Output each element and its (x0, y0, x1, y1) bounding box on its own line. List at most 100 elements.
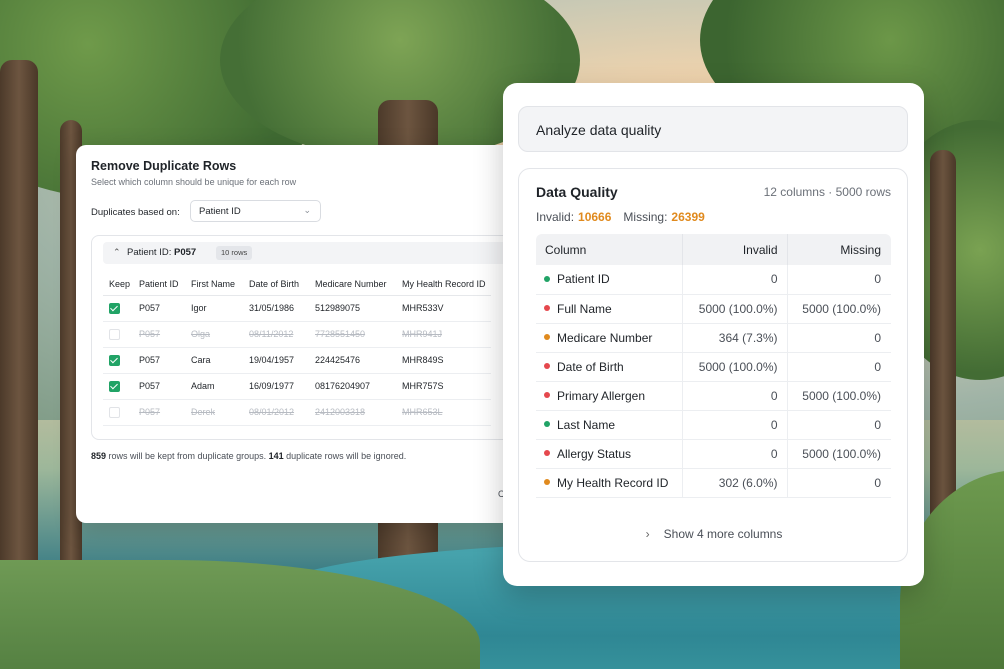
keep-checkbox[interactable] (109, 380, 120, 392)
table-cell: 16/09/1977 (243, 373, 309, 400)
status-dot-icon (544, 392, 550, 399)
remove-duplicates-panel: Remove Duplicate Rows Select which colum… (76, 145, 516, 523)
column-header: Date of Birth (243, 273, 309, 296)
table-cell: 19/04/1957 (243, 347, 309, 374)
status-dot-icon (544, 421, 550, 428)
column-name: Full Name (557, 301, 612, 316)
duplicates-summary: 859 rows will be kept from duplicate gro… (91, 451, 406, 461)
quality-row: Date of Birth 5000 (100.0%) 0 (536, 352, 891, 382)
group-count-badge: 10 rows (216, 246, 253, 260)
column-header: Medicare Number (309, 273, 396, 296)
keep-checkbox[interactable] (109, 328, 120, 340)
keep-cell (103, 373, 133, 400)
invalid-cell: 0 (682, 439, 788, 469)
ignored-count: 141 (268, 451, 284, 461)
table-cell: 08176204907 (309, 373, 396, 400)
table-row: P057 Olga 08/11/2012 7728551450 MHR941J (103, 321, 491, 348)
missing-cell: 5000 (100.0%) (787, 381, 891, 411)
table-row: P057 Derek 08/01/2012 2412003318 MHR653L (103, 399, 491, 426)
panel-title: Remove Duplicate Rows (91, 159, 237, 173)
column-name-cell: My Health Record ID (536, 468, 683, 498)
kept-count: 859 (91, 451, 107, 461)
table-cell: 512989075 (309, 295, 396, 322)
table-cell: P057 (133, 373, 185, 400)
column-name-cell: Date of Birth (536, 352, 683, 382)
invalid-total: 10666 (578, 210, 612, 224)
keep-checkbox[interactable] (109, 354, 120, 366)
column-name: Medicare Number (557, 330, 653, 345)
table-cell: P057 (133, 347, 185, 374)
table-cell: MHR533V (396, 295, 491, 322)
column-header: My Health Record ID (396, 273, 491, 296)
status-dot-icon (544, 479, 550, 486)
column-name-cell: Patient ID (536, 265, 683, 295)
invalid-cell: 5000 (100.0%) (682, 294, 788, 324)
quality-row: Patient ID 0 0 (536, 265, 891, 295)
column-name-cell: Primary Allergen (536, 381, 683, 411)
missing-cell: 0 (787, 265, 891, 295)
missing-label: Missing: (623, 210, 668, 224)
table-row: P057 Cara 19/04/1957 224425476 MHR849S (103, 347, 491, 374)
chevron-right-icon: › (645, 527, 650, 541)
chevron-down-icon: ⌄ (303, 205, 311, 215)
status-dot-icon (544, 450, 550, 457)
keep-cell (103, 295, 133, 322)
missing-cell: 5000 (100.0%) (787, 439, 891, 469)
missing-cell: 0 (787, 468, 891, 498)
group-label-prefix: Patient ID: (127, 247, 174, 258)
quality-summary: Invalid: 10666 Missing: 26399 (536, 210, 705, 224)
table-cell: Adam (185, 373, 243, 400)
data-quality-card: Data Quality 12 columns · 5000 rows Inva… (518, 168, 908, 562)
invalid-cell: 0 (682, 381, 788, 411)
table-cell: P057 (133, 295, 185, 322)
table-cell: MHR941J (396, 321, 491, 348)
column-name: Last Name (557, 417, 616, 432)
invalid-cell: 0 (682, 265, 788, 295)
column-header: Patient ID (133, 273, 185, 296)
column-header: Column (536, 234, 683, 265)
invalid-cell: 302 (6.0%) (682, 468, 788, 498)
show-more-label: Show 4 more columns (663, 527, 783, 541)
table-cell: P057 (133, 321, 185, 348)
table-cell: Derek (185, 399, 243, 426)
table-cell: 31/05/1986 (243, 295, 309, 322)
missing-cell: 0 (787, 323, 891, 353)
missing-cell: 0 (787, 352, 891, 382)
column-header: First Name (185, 273, 243, 296)
card-title: Data Quality (536, 184, 618, 200)
quality-table: Column Invalid Missing Patient ID 0 0 Full … (536, 234, 891, 498)
duplicates-column-select[interactable]: Patient ID ⌄ (190, 200, 321, 222)
duplicate-group-header[interactable]: ⌃ Patient ID: P057 10 rows (103, 242, 516, 264)
missing-cell: 5000 (100.0%) (787, 294, 891, 324)
table-cell: MHR849S (396, 347, 491, 374)
quality-row: My Health Record ID 302 (6.0%) 0 (536, 468, 891, 498)
table-cell: Igor (185, 295, 243, 322)
keep-checkbox[interactable] (109, 302, 120, 314)
column-name: Allergy Status (557, 446, 632, 461)
column-name: Date of Birth (557, 359, 624, 374)
show-more-columns-button[interactable]: › Show 4 more columns (519, 527, 909, 541)
analyze-prompt-input[interactable]: Analyze data quality (518, 106, 908, 152)
table-cell: P057 (133, 399, 185, 426)
column-header: Keep (103, 273, 133, 296)
quality-row: Medicare Number 364 (7.3%) 0 (536, 323, 891, 353)
table-cell: 08/11/2012 (243, 321, 309, 348)
keep-checkbox[interactable] (109, 406, 120, 418)
column-header: Missing (787, 234, 891, 265)
keep-cell (103, 321, 133, 348)
ignored-text: duplicate rows will be ignored. (283, 451, 407, 461)
column-name: Primary Allergen (557, 388, 646, 403)
invalid-cell: 0 (682, 410, 788, 440)
quality-row: Last Name 0 0 (536, 410, 891, 440)
data-quality-panel: Analyze data quality Data Quality 12 col… (503, 83, 924, 586)
table-cell: 08/01/2012 (243, 399, 309, 426)
status-dot-icon (544, 363, 550, 370)
invalid-cell: 364 (7.3%) (682, 323, 788, 353)
column-name-cell: Allergy Status (536, 439, 683, 469)
quality-row: Full Name 5000 (100.0%) 5000 (100.0%) (536, 294, 891, 324)
keep-cell (103, 399, 133, 426)
missing-total: 26399 (671, 210, 705, 224)
status-dot-icon (544, 334, 550, 341)
chevron-up-icon: ⌃ (113, 247, 121, 257)
table-cell: MHR757S (396, 373, 491, 400)
